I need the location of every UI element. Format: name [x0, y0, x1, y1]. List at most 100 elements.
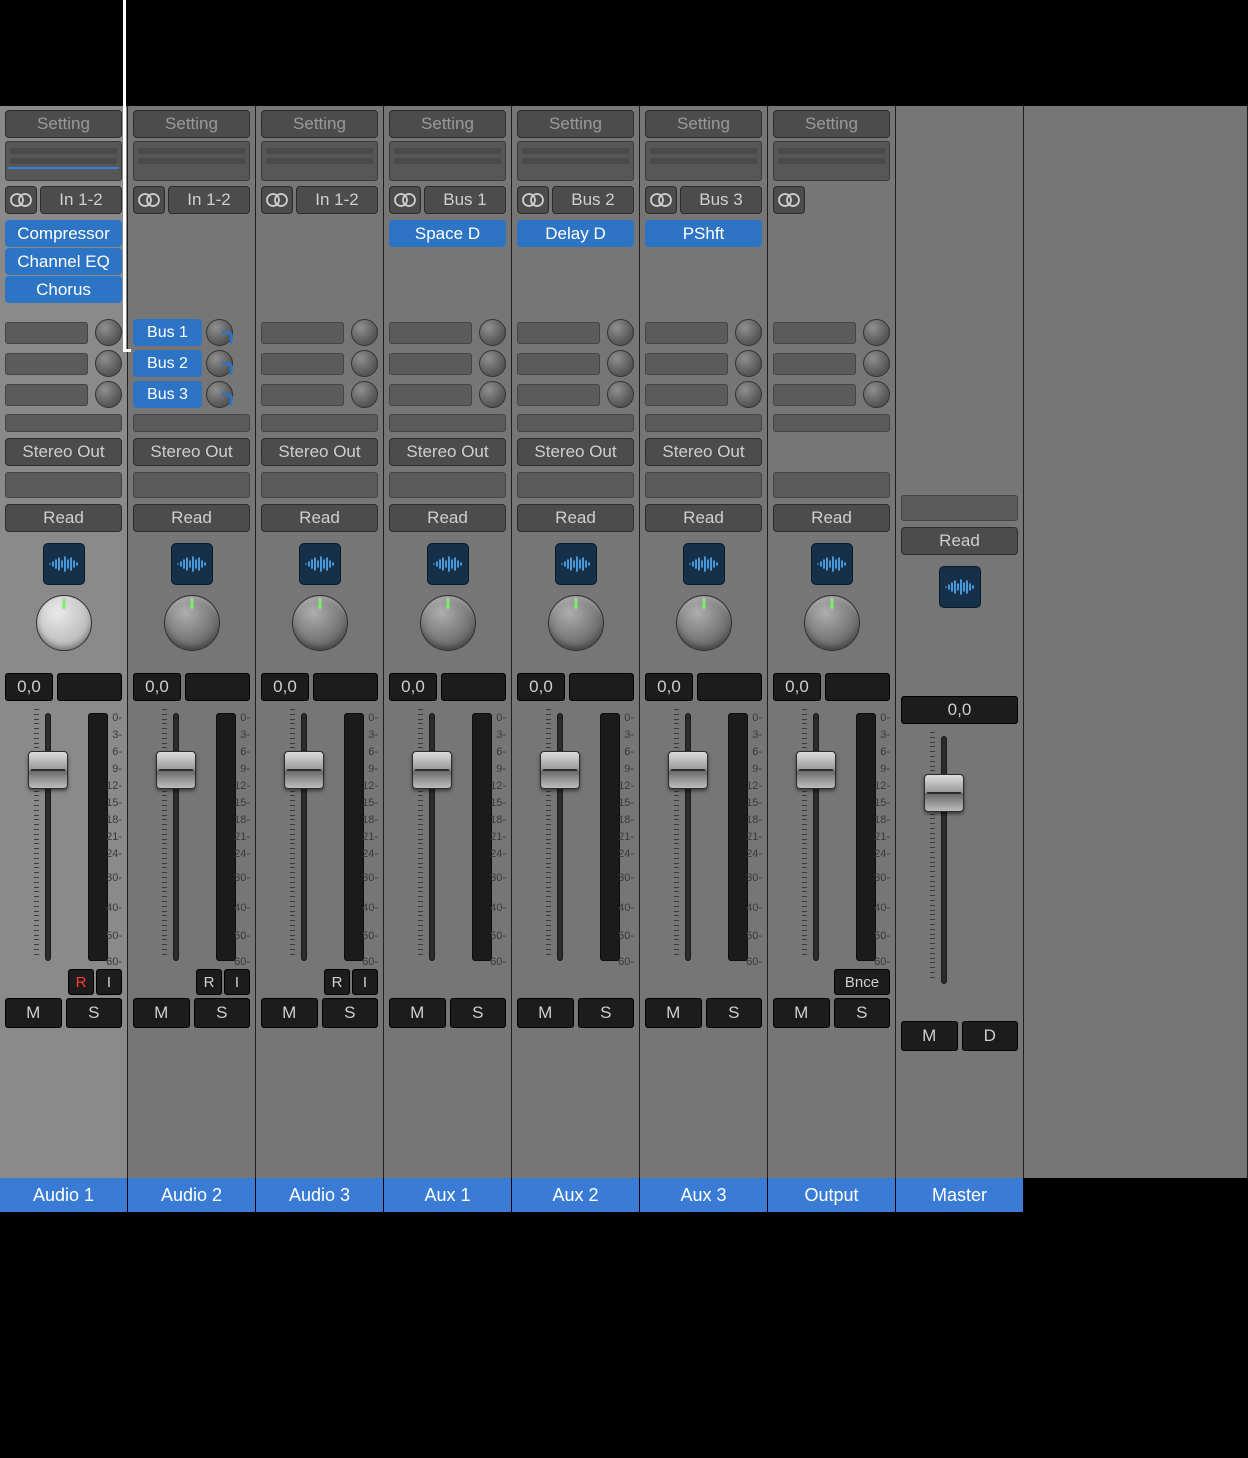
solo-button[interactable]: S	[194, 998, 251, 1028]
setting-button[interactable]: Setting	[5, 110, 122, 138]
send-knob[interactable]	[95, 381, 122, 408]
send-knob[interactable]	[863, 319, 890, 346]
automation-mode[interactable]: Read	[645, 504, 762, 532]
pan-knob[interactable]	[36, 595, 92, 651]
insert-slot[interactable]: PShft	[645, 220, 762, 247]
peak-value[interactable]	[697, 673, 762, 701]
group-slot[interactable]	[5, 472, 122, 498]
setting-button[interactable]: Setting	[261, 110, 378, 138]
output-slot[interactable]: Stereo Out	[517, 438, 634, 466]
channel-name[interactable]: Audio 1	[0, 1178, 128, 1212]
record-enable[interactable]: R	[68, 969, 94, 995]
solo-button[interactable]: S	[450, 998, 507, 1028]
pan-knob[interactable]	[548, 595, 604, 651]
send-extra-slot[interactable]	[389, 414, 506, 432]
track-icon-button[interactable]	[555, 543, 597, 585]
setting-button[interactable]: Setting	[517, 110, 634, 138]
track-icon-button[interactable]	[427, 543, 469, 585]
fader-cap[interactable]	[284, 751, 324, 789]
automation-mode[interactable]: Read	[261, 504, 378, 532]
stereo-icon[interactable]	[133, 186, 165, 214]
eq-thumbnail[interactable]	[389, 141, 506, 181]
eq-thumbnail[interactable]	[645, 141, 762, 181]
send-knob[interactable]	[95, 350, 122, 377]
send-extra-slot[interactable]	[5, 414, 122, 432]
send-slot-empty[interactable]	[261, 384, 344, 406]
mute-button[interactable]: M	[261, 998, 318, 1028]
send-knob[interactable]	[351, 319, 378, 346]
automation-mode[interactable]: Read	[5, 504, 122, 532]
send-knob[interactable]	[95, 319, 122, 346]
gain-value[interactable]: 0,0	[901, 696, 1018, 724]
input-slot[interactable]: In 1-2	[40, 186, 122, 214]
peak-value[interactable]	[569, 673, 634, 701]
input-slot[interactable]: Bus 2	[552, 186, 634, 214]
fader-cap[interactable]	[28, 751, 68, 789]
group-slot[interactable]	[133, 472, 250, 498]
peak-value[interactable]	[313, 673, 378, 701]
setting-button[interactable]: Setting	[773, 110, 890, 138]
pan-value[interactable]: 0,0	[645, 673, 693, 701]
channel-name[interactable]: Aux 1	[384, 1178, 512, 1212]
fader-cap[interactable]	[412, 751, 452, 789]
bounce-button[interactable]: Bnce	[834, 969, 890, 995]
pan-knob[interactable]	[420, 595, 476, 651]
track-icon-button[interactable]	[299, 543, 341, 585]
insert-slot[interactable]: Channel EQ	[5, 248, 122, 275]
send-slot-empty[interactable]	[645, 322, 728, 344]
channel-name[interactable]: Aux 2	[512, 1178, 640, 1212]
send-extra-slot[interactable]	[261, 414, 378, 432]
send-knob[interactable]	[735, 319, 762, 346]
send-slot-empty[interactable]	[773, 353, 856, 375]
output-slot[interactable]: Stereo Out	[645, 438, 762, 466]
send-slot-empty[interactable]	[645, 384, 728, 406]
send-label[interactable]: Bus 3	[133, 381, 202, 408]
record-enable[interactable]: R	[196, 969, 222, 995]
send-extra-slot[interactable]	[133, 414, 250, 432]
automation-mode[interactable]: Read	[389, 504, 506, 532]
pan-knob[interactable]	[164, 595, 220, 651]
channel-name[interactable]: Audio 2	[128, 1178, 256, 1212]
pan-value[interactable]: 0,0	[5, 673, 53, 701]
setting-button[interactable]: Setting	[133, 110, 250, 138]
input-slot[interactable]: Bus 1	[424, 186, 506, 214]
send-slot-empty[interactable]	[517, 384, 600, 406]
group-slot[interactable]	[773, 472, 890, 498]
pan-knob[interactable]	[804, 595, 860, 651]
peak-value[interactable]	[57, 673, 122, 701]
send-knob[interactable]	[863, 350, 890, 377]
pan-value[interactable]: 0,0	[133, 673, 181, 701]
track-icon-button[interactable]	[811, 543, 853, 585]
solo-button[interactable]: S	[706, 998, 763, 1028]
pan-knob[interactable]	[676, 595, 732, 651]
insert-slot[interactable]: Compressor	[5, 220, 122, 247]
send-slot-empty[interactable]	[389, 353, 472, 375]
pan-value[interactable]: 0,0	[517, 673, 565, 701]
input-monitor[interactable]: I	[224, 969, 250, 995]
track-icon-button[interactable]	[43, 543, 85, 585]
pan-knob[interactable]	[292, 595, 348, 651]
mute-button[interactable]: M	[645, 998, 702, 1028]
peak-value[interactable]	[441, 673, 506, 701]
stereo-icon[interactable]	[389, 186, 421, 214]
group-slot[interactable]	[901, 495, 1018, 521]
eq-thumbnail[interactable]	[773, 141, 890, 181]
automation-mode[interactable]: Read	[901, 527, 1018, 555]
send-knob[interactable]	[351, 350, 378, 377]
send-extra-slot[interactable]	[517, 414, 634, 432]
send-knob[interactable]	[479, 350, 506, 377]
send-slot-empty[interactable]	[389, 384, 472, 406]
automation-mode[interactable]: Read	[133, 504, 250, 532]
channel-name[interactable]: Audio 3	[256, 1178, 384, 1212]
fader-cap[interactable]	[924, 774, 964, 812]
automation-mode[interactable]: Read	[517, 504, 634, 532]
send-extra-slot[interactable]	[645, 414, 762, 432]
send-knob[interactable]	[206, 319, 233, 346]
insert-slot[interactable]: Chorus	[5, 276, 122, 303]
track-icon-button[interactable]	[683, 543, 725, 585]
send-knob[interactable]	[206, 350, 233, 377]
output-slot[interactable]: Stereo Out	[5, 438, 122, 466]
send-slot-empty[interactable]	[261, 322, 344, 344]
stereo-icon[interactable]	[5, 186, 37, 214]
input-slot[interactable]: Bus 3	[680, 186, 762, 214]
